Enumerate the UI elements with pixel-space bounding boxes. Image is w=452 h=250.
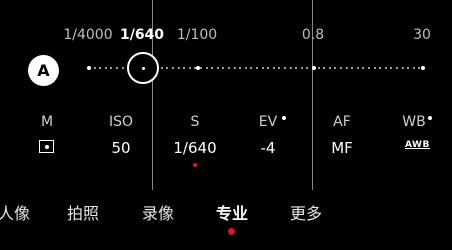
slider-tick-dot [205,67,208,69]
shutter-value[interactable]: 1/640 [173,139,216,157]
param-label-iso[interactable]: ISO [109,114,133,130]
mode-tab-video[interactable]: 录像 [142,200,174,224]
slider-tick-dot [390,67,393,69]
awb-icon[interactable]: AWB [405,140,430,150]
slider-tick-dot [356,67,359,69]
slider-tick-dot [261,67,264,69]
shutter-slider-knob[interactable] [127,52,159,84]
slider-tick-dot [368,67,370,69]
slider-tick-dot [345,67,348,69]
knob-center-dot [141,66,145,70]
slider-tick-dot [278,67,281,69]
shutter-slider[interactable] [0,0,452,100]
slider-tick-dot [188,67,191,69]
slider-tick-dot [110,67,113,69]
slider-major-tick-dot [312,66,316,70]
slider-tick-dot [172,67,174,69]
center-metering-icon[interactable] [39,140,54,153]
wb-indicator-dot [428,116,432,120]
slider-tick-dot [104,67,107,69]
slider-tick-dot [412,67,415,69]
param-label-af[interactable]: AF [333,114,351,130]
slider-tick-dot [200,67,202,69]
slider-tick-dot [250,67,253,69]
slider-tick-dot [211,67,214,69]
slider-tick-dot [121,67,124,69]
slider-tick-dot [267,67,270,69]
slider-tick-dot [228,67,230,69]
slider-tick-dot [300,67,303,69]
slider-tick-dot [351,67,354,69]
slider-tick-dot [334,67,337,69]
param-label-metering[interactable]: M [41,114,53,130]
param-label-shutter[interactable]: S [191,114,200,130]
slider-tick-dot [183,67,186,69]
slider-tick-dot [256,67,258,69]
slider-tick-dot [244,67,247,69]
slider-tick-dot [239,67,242,69]
slider-tick-dot [233,67,236,69]
slider-major-tick-dot [421,66,425,70]
slider-tick-dot [323,67,326,69]
mode-tab-photo[interactable]: 拍照 [67,200,99,224]
slider-major-tick-dot [196,66,200,70]
slider-tick-dot [295,67,298,69]
slider-tick-dot [379,67,382,69]
slider-tick-dot [384,67,387,69]
param-label-wb[interactable]: WB [402,114,425,130]
param-label-ev[interactable]: EV [259,114,277,130]
slider-tick-dot [396,67,398,69]
slider-tick-dot [407,67,410,69]
slider-tick-dot [93,67,96,69]
slider-tick-dot [373,67,376,69]
slider-tick-dot [222,67,225,69]
slider-tick-dot [177,67,180,69]
slider-tick-dot [99,67,102,69]
slider-tick-dot [272,67,275,69]
ev-value[interactable]: -4 [261,139,276,157]
ev-indicator-dot [282,116,286,120]
slider-tick-dot [401,67,404,69]
slider-tick-dot [289,67,292,69]
metering-center-dot [44,144,49,149]
mode-tab-pro[interactable]: 专业 [216,200,248,224]
slider-tick-dot [362,67,365,69]
slider-tick-dot [160,67,163,69]
slider-tick-dot [306,67,309,69]
slider-tick-dot [340,67,342,69]
active-mode-indicator [228,228,235,235]
slider-major-tick-dot [87,66,91,70]
slider-tick-dot [328,67,331,69]
mode-tab-portrait[interactable]: 人像 [0,200,30,224]
af-value[interactable]: MF [331,139,353,157]
slider-tick-dot [317,67,320,69]
slider-tick-dot [116,67,118,69]
slider-tick-dot [166,67,169,69]
mode-tab-more[interactable]: 更多 [290,200,322,224]
iso-value[interactable]: 50 [111,139,130,157]
slider-tick-dot [216,67,219,69]
shutter-selected-indicator [193,163,197,167]
slider-tick-dot [284,67,286,69]
